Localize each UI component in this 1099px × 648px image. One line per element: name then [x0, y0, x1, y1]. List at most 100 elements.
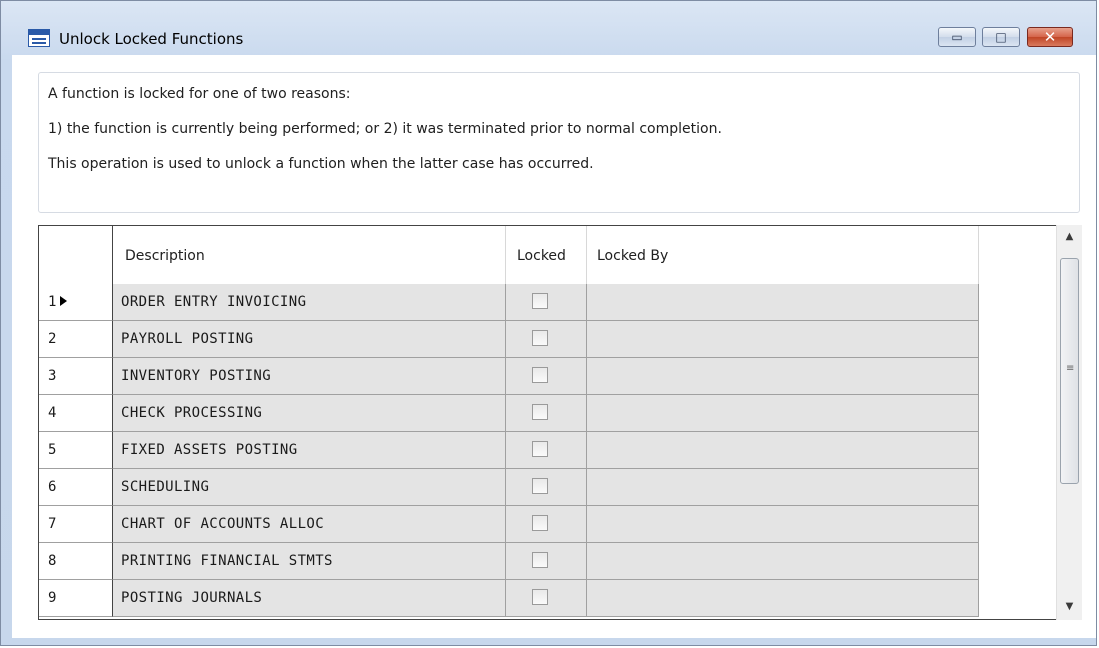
row-number: 6	[48, 479, 57, 495]
description-text: POSTING JOURNALS	[121, 590, 263, 606]
locked-by-cell[interactable]	[587, 432, 979, 469]
locked-by-cell[interactable]	[587, 321, 979, 358]
info-line-1: A function is locked for one of two reas…	[48, 86, 351, 102]
row-number-cell[interactable]: 1	[39, 284, 113, 321]
description-cell[interactable]: PAYROLL POSTING	[113, 321, 506, 358]
scroll-up-arrow-icon: ▲	[1065, 231, 1074, 242]
description-text: PRINTING FINANCIAL STMTS	[121, 553, 333, 569]
locked-cell	[506, 284, 587, 321]
description-cell[interactable]: POSTING JOURNALS	[113, 580, 506, 617]
locked-cell	[506, 358, 587, 395]
locked-cell	[506, 395, 587, 432]
table-row[interactable]: 9 POSTING JOURNALS	[39, 580, 979, 617]
locked-cell	[506, 432, 587, 469]
locked-checkbox[interactable]	[532, 589, 548, 605]
row-number-text: 2	[48, 331, 57, 347]
table-row[interactable]: 8 PRINTING FINANCIAL STMTS	[39, 543, 979, 580]
minimize-button[interactable]: ▭	[938, 27, 976, 47]
row-number-text: 4	[48, 405, 57, 421]
row-number: 4	[48, 405, 57, 421]
table-row[interactable]: 4 CHECK PROCESSING	[39, 395, 979, 432]
table-row[interactable]: 7 CHART OF ACCOUNTS ALLOC	[39, 506, 979, 543]
table-row[interactable]: 3 INVENTORY POSTING	[39, 358, 979, 395]
scroll-grip-icon: ≡	[1066, 363, 1075, 374]
scroll-thumb[interactable]: ≡	[1060, 258, 1079, 484]
table-row[interactable]: 6 SCHEDULING	[39, 469, 979, 506]
row-number: 9	[48, 590, 57, 606]
row-number-cell[interactable]: 2	[39, 321, 113, 358]
current-row-indicator-icon	[59, 296, 67, 306]
locked-cell	[506, 321, 587, 358]
row-number-text: 8	[48, 553, 57, 569]
row-number-cell[interactable]: 9	[39, 580, 113, 617]
window-title: Unlock Locked Functions	[59, 30, 244, 48]
close-button[interactable]: ✕	[1027, 27, 1073, 47]
locked-checkbox[interactable]	[532, 441, 548, 457]
title-bar[interactable]: Unlock Locked Functions ▭ □ ✕	[1, 1, 1096, 48]
row-number-cell[interactable]: 6	[39, 469, 113, 506]
scroll-down-button[interactable]: ▼	[1057, 595, 1082, 619]
locked-cell	[506, 543, 587, 580]
row-number: 8	[48, 553, 57, 569]
description-text: INVENTORY POSTING	[121, 368, 272, 384]
row-number-text: 7	[48, 516, 57, 532]
locked-cell	[506, 506, 587, 543]
locked-checkbox[interactable]	[532, 515, 548, 531]
locked-by-cell[interactable]	[587, 395, 979, 432]
maximize-icon: □	[995, 30, 1007, 44]
row-number-cell[interactable]: 7	[39, 506, 113, 543]
locked-by-cell[interactable]	[587, 543, 979, 580]
locked-by-cell[interactable]	[587, 580, 979, 617]
table-row[interactable]: 2 PAYROLL POSTING	[39, 321, 979, 358]
row-header-corner	[39, 226, 113, 284]
functions-grid[interactable]: Description Locked Locked By 1 ORDER ENTR…	[38, 225, 1082, 620]
locked-checkbox[interactable]	[532, 330, 548, 346]
locked-by-cell[interactable]	[587, 506, 979, 543]
row-number: 7	[48, 516, 57, 532]
description-text: SCHEDULING	[121, 479, 210, 495]
locked-checkbox[interactable]	[532, 552, 548, 568]
description-cell[interactable]: FIXED ASSETS POSTING	[113, 432, 506, 469]
client-area: A function is locked for one of two reas…	[12, 55, 1096, 638]
vertical-scrollbar[interactable]: ▲ ≡ ▼	[1056, 225, 1082, 620]
row-number: 3	[48, 368, 57, 384]
scroll-down-arrow-icon: ▼	[1065, 601, 1074, 612]
description-cell[interactable]: CHART OF ACCOUNTS ALLOC	[113, 506, 506, 543]
description-text: PAYROLL POSTING	[121, 331, 254, 347]
description-cell[interactable]: SCHEDULING	[113, 469, 506, 506]
row-number-text: 1	[48, 294, 57, 310]
locked-cell	[506, 580, 587, 617]
info-panel: A function is locked for one of two reas…	[38, 72, 1080, 213]
table-row[interactable]: 1 ORDER ENTRY INVOICING	[39, 284, 979, 321]
row-number-text: 9	[48, 590, 57, 606]
row-number: 5	[48, 442, 57, 458]
column-header-locked-by[interactable]: Locked By	[587, 226, 979, 284]
locked-checkbox[interactable]	[532, 478, 548, 494]
description-cell[interactable]: PRINTING FINANCIAL STMTS	[113, 543, 506, 580]
locked-by-cell[interactable]	[587, 358, 979, 395]
row-number-cell[interactable]: 5	[39, 432, 113, 469]
table-row[interactable]: 5 FIXED ASSETS POSTING	[39, 432, 979, 469]
description-text: FIXED ASSETS POSTING	[121, 442, 298, 458]
info-line-3: This operation is used to unlock a funct…	[48, 156, 594, 172]
scroll-up-button[interactable]: ▲	[1057, 225, 1082, 249]
description-text: CHECK PROCESSING	[121, 405, 263, 421]
locked-by-cell[interactable]	[587, 284, 979, 321]
locked-by-cell[interactable]	[587, 469, 979, 506]
unlock-locked-functions-window: Unlock Locked Functions ▭ □ ✕ A function…	[0, 0, 1097, 646]
description-cell[interactable]: INVENTORY POSTING	[113, 358, 506, 395]
row-number-cell[interactable]: 3	[39, 358, 113, 395]
locked-checkbox[interactable]	[532, 367, 548, 383]
column-header-description[interactable]: Description	[113, 226, 506, 284]
row-number-cell[interactable]: 4	[39, 395, 113, 432]
locked-checkbox[interactable]	[532, 404, 548, 420]
description-text: ORDER ENTRY INVOICING	[121, 294, 307, 310]
maximize-button[interactable]: □	[982, 27, 1020, 47]
description-cell[interactable]: CHECK PROCESSING	[113, 395, 506, 432]
row-number-cell[interactable]: 8	[39, 543, 113, 580]
window-app-icon	[28, 29, 50, 47]
locked-checkbox[interactable]	[532, 293, 548, 309]
column-header-locked[interactable]: Locked	[506, 226, 587, 284]
row-number-text: 3	[48, 368, 57, 384]
description-cell[interactable]: ORDER ENTRY INVOICING	[113, 284, 506, 321]
